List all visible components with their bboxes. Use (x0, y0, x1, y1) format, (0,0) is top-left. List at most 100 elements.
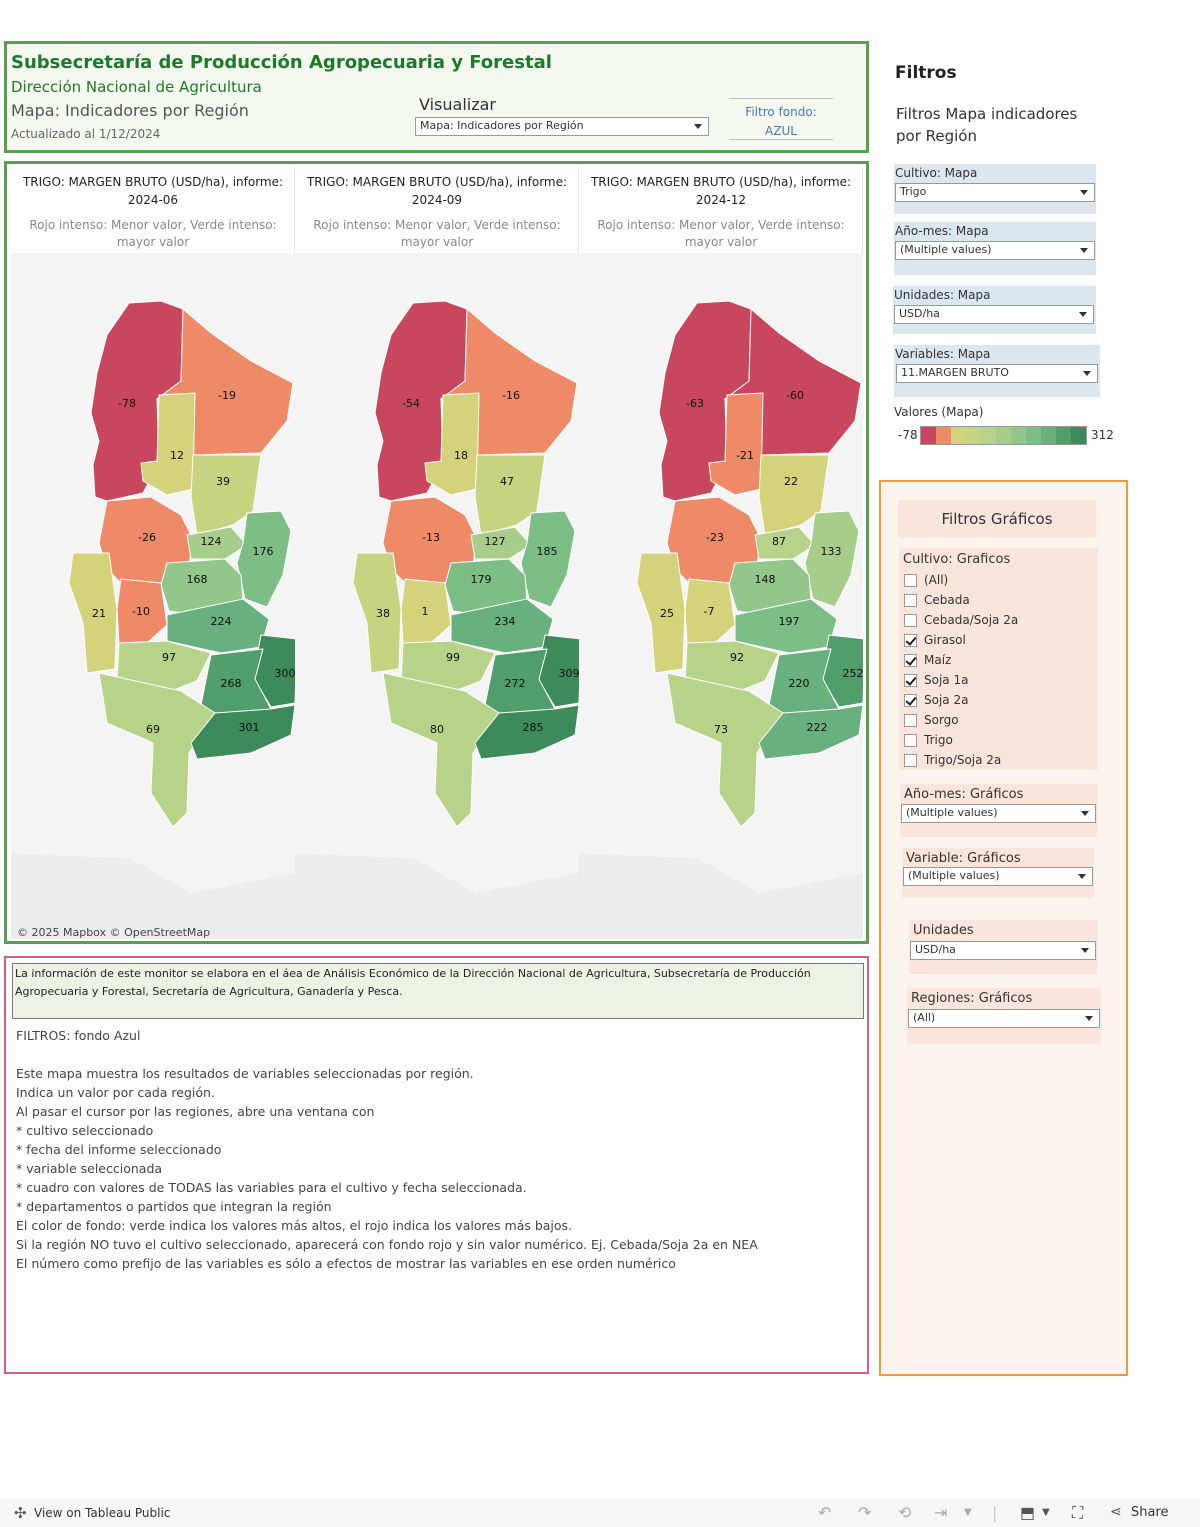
dropdown-value: 11.MARGEN BRUTO (901, 366, 1009, 379)
toolbar-divider: | (992, 1503, 998, 1522)
region-value-label: 285 (523, 721, 544, 734)
checkbox[interactable] (904, 613, 917, 627)
map-title-line1: TRIGO: MARGEN BRUTO (USD/ha), informe: (590, 175, 852, 189)
region-value-label: 224 (211, 615, 232, 628)
filtro-fondo-button[interactable]: Filtro fondo: AZUL (729, 98, 833, 140)
region-value-label: 309 (559, 667, 580, 680)
filter-label: Cultivo: Graficos (903, 552, 1011, 567)
chevron-down-icon (1078, 874, 1086, 879)
legend-swatch (966, 427, 981, 444)
region-value-label: -23 (706, 531, 724, 544)
region-value-label: 69 (146, 723, 160, 736)
region-value-label: 124 (201, 535, 222, 548)
cultivo-option-label: Soja 2a (924, 693, 969, 707)
info-line: * variable seleccionada (16, 1161, 163, 1176)
region-value-label: 127 (485, 535, 506, 548)
cultivo-option[interactable]: Girasol (904, 630, 966, 650)
region-value-label: 39 (216, 475, 230, 488)
checkbox[interactable] (904, 593, 917, 607)
updated-date: Actualizado al 1/12/2024 (11, 127, 161, 141)
dropdown-value: (All) (913, 1011, 936, 1024)
cultivo-option[interactable]: Soja 2a (904, 690, 968, 710)
legend-label: Valores (Mapa) (894, 405, 984, 419)
share-button[interactable]: Share (1131, 1505, 1169, 1520)
refresh-icon[interactable]: ⇥ (934, 1503, 947, 1522)
filter-label: Unidades (913, 923, 974, 938)
variables-mapa-dropdown[interactable]: 11.MARGEN BRUTO (896, 364, 1098, 383)
map-title-line1: TRIGO: MARGEN BRUTO (USD/ha), informe: (306, 175, 568, 189)
chevron-down-icon (694, 124, 702, 129)
cultivo-option[interactable]: Cebada (904, 590, 970, 610)
map-canvas[interactable]: -63 -60 -21 22 -23 87 133 148 25 -7 197 92 252 220 73 2… (579, 253, 863, 939)
choropleth-map[interactable]: -54 -16 18 47 -13 127 185 179 38 1 234 99 309 272 80 28… (295, 253, 579, 939)
filter-label: Unidades: Mapa (894, 288, 991, 302)
share-icon[interactable]: ⋖ (1110, 1504, 1122, 1520)
region-value-label: 22 (784, 475, 798, 488)
undo-icon[interactable]: ↶ (818, 1503, 831, 1522)
checkbox[interactable] (904, 733, 917, 747)
region-value-label: 252 (843, 667, 864, 680)
unidades-graficos-filter: Unidades USD/ha (909, 920, 1097, 974)
regiones-graficos-dropdown[interactable]: (All) (908, 1009, 1100, 1028)
view-on-tableau-link[interactable]: View on Tableau Public (34, 1506, 170, 1520)
checkbox[interactable] (904, 573, 917, 587)
choropleth-map[interactable]: -63 -60 -21 22 -23 87 133 148 25 -7 197 92 252 220 73 2… (579, 253, 863, 939)
download-icon[interactable]: ⬒ (1020, 1503, 1035, 1522)
dropdown-value: (Multiple values) (900, 243, 992, 256)
anio-graficos-dropdown[interactable]: (Multiple values) (901, 804, 1096, 823)
chevron-down-icon[interactable]: ▼ (964, 1507, 972, 1518)
visualizar-dropdown[interactable]: Mapa: Indicadores por Región (415, 117, 709, 136)
info-line: * cuadro con valores de TODAS las variab… (16, 1180, 527, 1195)
cultivo-mapa-dropdown[interactable]: Trigo (895, 183, 1095, 202)
cultivo-option-label: Trigo (924, 733, 953, 747)
filter-label: Cultivo: Mapa (895, 166, 978, 180)
checkbox[interactable] (904, 633, 917, 647)
region-value-label: -78 (118, 397, 136, 410)
chevron-down-icon[interactable]: ▼ (1042, 1507, 1050, 1518)
dropdown-value: USD/ha (899, 307, 940, 320)
anio-mapa-dropdown[interactable]: (Multiple values) (895, 241, 1095, 260)
unidades-mapa-filter: Unidades: Mapa USD/ha (893, 286, 1096, 334)
info-line: Este mapa muestra los resultados de vari… (16, 1066, 474, 1081)
color-legend[interactable] (920, 426, 1087, 445)
info-line: FILTROS: fondo Azul (16, 1028, 141, 1043)
chevron-down-icon (1079, 312, 1087, 317)
chevron-down-icon (1083, 371, 1091, 376)
region-value-label: 133 (821, 545, 842, 558)
checkbox[interactable] (904, 673, 917, 687)
checkbox[interactable] (904, 753, 917, 767)
checkbox[interactable] (904, 713, 917, 727)
dashboard-header: Subsecretaría de Producción Agropecuaria… (4, 41, 869, 153)
dropdown-value: USD/ha (915, 943, 956, 956)
map-canvas[interactable]: -78 -19 12 39 -26 124 176 168 21 -10 224 97 300 268 69… (11, 253, 295, 939)
cultivo-option[interactable]: Cebada/Soja 2a (904, 610, 1018, 630)
variable-graficos-dropdown[interactable]: (Multiple values) (903, 867, 1093, 886)
legend-max: 312 (1091, 428, 1114, 442)
cultivo-option[interactable]: Trigo (904, 730, 953, 750)
cultivo-option[interactable]: Soja 1a (904, 670, 968, 690)
region-value-label: 300 (275, 667, 296, 680)
cultivo-option[interactable]: Trigo/Soja 2a (904, 750, 1001, 770)
chevron-down-icon (1081, 948, 1089, 953)
cultivo-option[interactable]: (All) (904, 570, 948, 590)
redo-icon[interactable]: ↷ (858, 1503, 871, 1522)
map-attribution[interactable]: © 2025 Mapbox © OpenStreetMap (17, 926, 210, 939)
cultivo-option[interactable]: Maíz (904, 650, 951, 670)
choropleth-map[interactable]: -78 -19 12 39 -26 124 176 168 21 -10 224 97 300 268 69… (11, 253, 295, 939)
revert-icon[interactable]: ⟲ (898, 1503, 911, 1522)
region-value-label: 301 (239, 721, 260, 734)
map-canvas[interactable]: -54 -16 18 47 -13 127 185 179 38 1 234 99 309 272 80 28… (295, 253, 579, 939)
variable-graficos-filter: Variable: Gráficos (Multiple values) (902, 848, 1094, 898)
anio-mapa-filter: Año-mes: Mapa (Multiple values) (894, 222, 1096, 275)
header-subtitle: Dirección Nacional de Agricultura (11, 78, 262, 96)
fullscreen-icon[interactable]: ⛶ (1072, 1503, 1083, 1523)
region-value-label: -21 (736, 449, 754, 462)
cultivo-option[interactable]: Sorgo (904, 710, 959, 730)
filters-subheading: Filtros Mapa indicadores por Región (896, 105, 1078, 145)
checkbox[interactable] (904, 693, 917, 707)
unidades-mapa-dropdown[interactable]: USD/ha (894, 305, 1094, 324)
unidades-graficos-dropdown[interactable]: USD/ha (910, 941, 1096, 960)
map-title: TRIGO: MARGEN BRUTO (USD/ha), informe: 2… (11, 173, 295, 209)
checkbox[interactable] (904, 653, 917, 667)
dropdown-value: (Multiple values) (906, 806, 998, 819)
